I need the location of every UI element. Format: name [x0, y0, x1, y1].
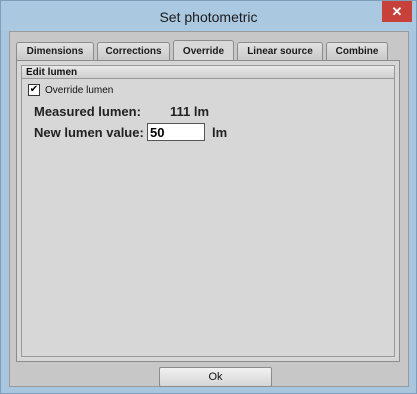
new-lumen-input[interactable] [147, 123, 205, 141]
tab-corrections[interactable]: Corrections [97, 42, 170, 60]
tab-combine[interactable]: Combine [326, 42, 388, 60]
close-button[interactable]: ✕ [382, 1, 412, 22]
tab-override[interactable]: Override [173, 40, 234, 61]
edit-lumen-header: Edit lumen [22, 66, 394, 79]
dialog-window: Set photometric ✕ Dimensions Corrections… [0, 0, 417, 394]
window-title: Set photometric [159, 9, 258, 25]
new-lumen-unit: lm [212, 125, 228, 140]
close-icon: ✕ [391, 3, 403, 19]
override-lumen-label: Override lumen [45, 84, 114, 96]
dialog-client-area: Dimensions Corrections Override Linear s… [9, 31, 409, 387]
tab-bar: Dimensions Corrections Override Linear s… [16, 40, 391, 62]
tab-dimensions[interactable]: Dimensions [16, 42, 94, 60]
ok-button[interactable]: Ok [159, 367, 272, 387]
measured-lumen-value: 111 lm [170, 104, 210, 119]
checkmark-icon: ✔ [29, 84, 39, 95]
title-bar[interactable]: Set photometric ✕ [1, 1, 416, 31]
override-lumen-checkbox[interactable]: ✔ [28, 84, 40, 96]
new-lumen-label: New lumen value: [34, 125, 144, 140]
override-lumen-row[interactable]: ✔ Override lumen [28, 84, 113, 96]
edit-lumen-group: Edit lumen ✔ Override lumen Measured lum… [21, 65, 395, 357]
tab-linear-source[interactable]: Linear source [237, 42, 323, 60]
measured-lumen-label: Measured lumen: [34, 104, 141, 119]
override-tab-panel: Edit lumen ✔ Override lumen Measured lum… [16, 60, 400, 362]
